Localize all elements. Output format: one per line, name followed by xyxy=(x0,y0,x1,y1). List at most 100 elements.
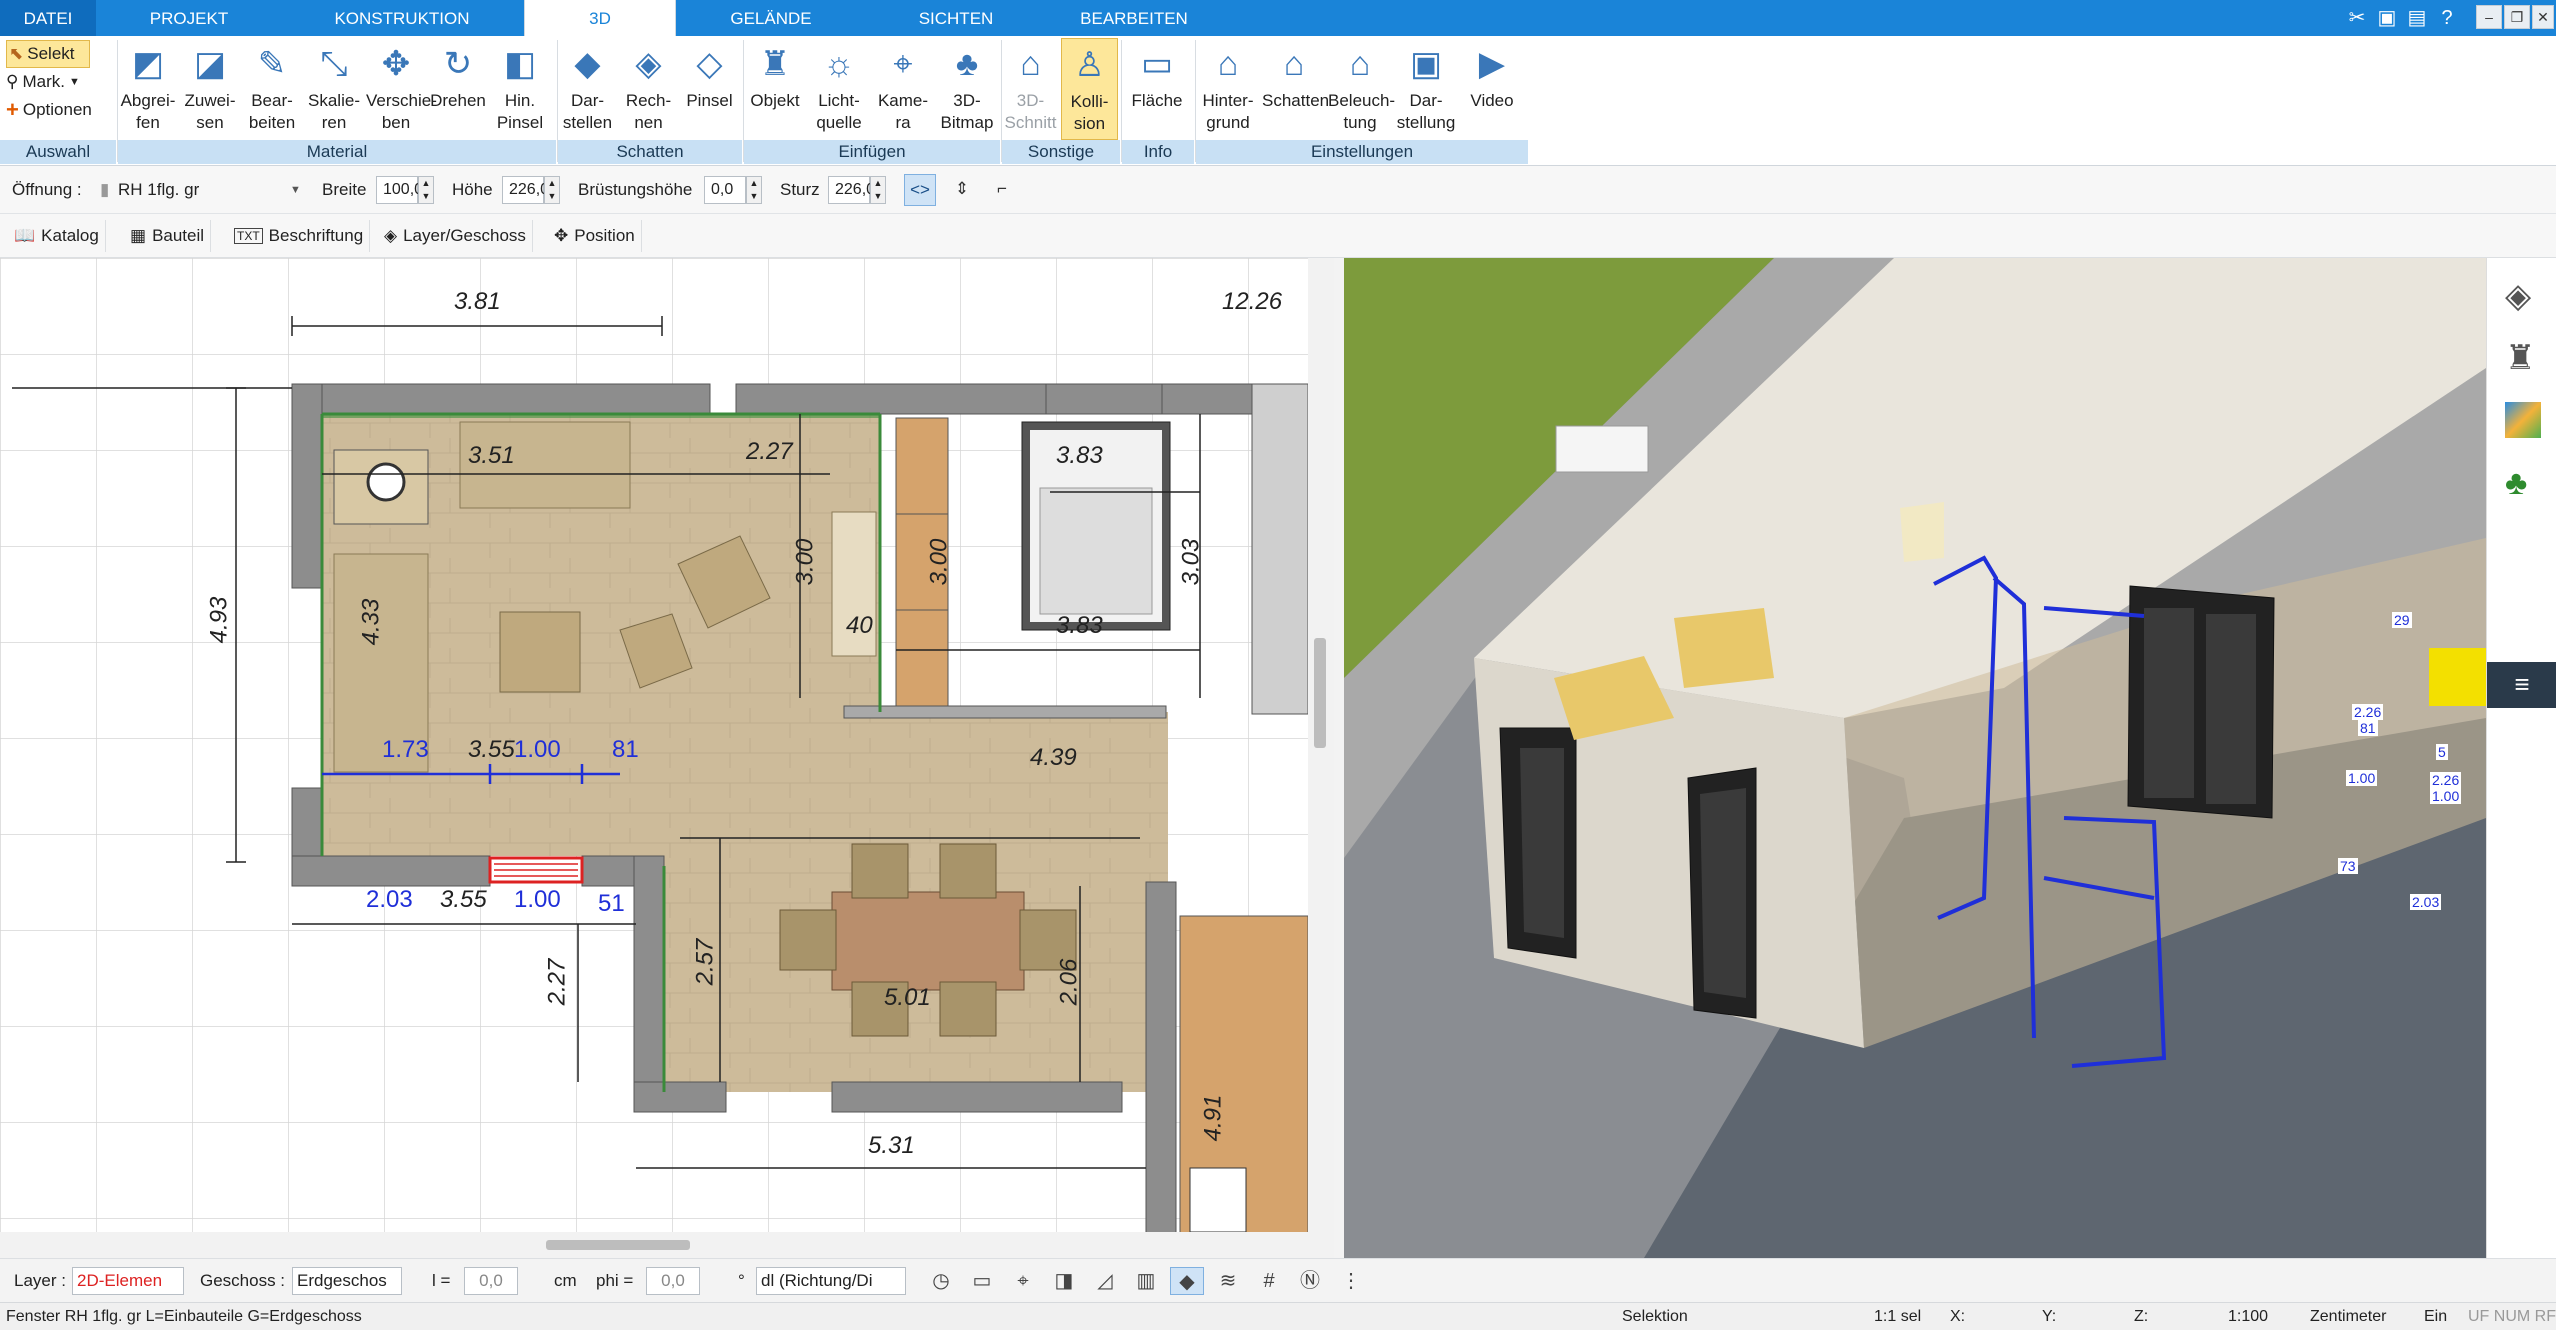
3d-label-5: 5 xyxy=(2436,744,2448,760)
sturz-input[interactable]: 226,0 xyxy=(828,176,875,204)
einfuegen-button-0[interactable]: ♜ Objekt xyxy=(744,38,806,140)
floor-plan-canvas[interactable] xyxy=(0,258,1308,1232)
l-input[interactable]: 0,0 xyxy=(464,1267,518,1295)
window-icon[interactable]: ▣ xyxy=(2374,5,2400,31)
info-button-0[interactable]: ▭ Fläche xyxy=(1122,38,1192,140)
geschoss-select[interactable]: Erdgeschos xyxy=(292,1267,402,1295)
chair-icon[interactable]: ♜ xyxy=(2505,338,2535,378)
bruestung-spinner[interactable]: ▲ ▼ xyxy=(746,176,762,204)
layer-geschoss-button[interactable]: ◈ Layer/Geschoss xyxy=(378,220,533,252)
group-info: Info xyxy=(1122,140,1194,164)
chevron-down-icon[interactable]: ▼ xyxy=(290,176,301,204)
coffee-table[interactable] xyxy=(499,611,581,693)
schatten-button-0[interactable]: ◆ Dar-stellen xyxy=(558,38,617,140)
3d-view[interactable]: 29 2.26 81 1.00 73 5 2.26 1.00 2.03 xyxy=(1344,258,2486,1258)
bruestung-input[interactable]: 0,0 xyxy=(704,176,746,204)
3d-scene[interactable] xyxy=(1344,258,2486,1258)
mirror-horizontal-icon[interactable]: <> xyxy=(904,174,936,206)
chair-icon: ♜ xyxy=(759,45,791,83)
view-options-icon[interactable]: ⌐ xyxy=(986,174,1018,206)
einstellungen-button-1[interactable]: ⌂ Schatten xyxy=(1262,38,1329,140)
toolbox-icon[interactable]: ▤ xyxy=(2404,5,2430,31)
tab-3d[interactable]: 3D xyxy=(524,0,676,37)
dim-5-01: 5.01 xyxy=(884,984,931,1011)
tab-bearbeiten[interactable]: BEARBEITEN xyxy=(1046,0,1222,36)
wall-icon[interactable]: ▥ xyxy=(1129,1267,1163,1295)
monitor-icon[interactable]: ▭ xyxy=(965,1267,999,1295)
hoehe-input[interactable]: 226,0 xyxy=(502,176,549,204)
breite-spinner[interactable]: ▲ ▼ xyxy=(418,176,434,204)
material-button-0[interactable]: ◩ Abgrei-fen xyxy=(118,38,178,140)
hoehe-spinner[interactable]: ▲ ▼ xyxy=(544,176,560,204)
katalog-button[interactable]: 📖 Katalog xyxy=(8,220,106,252)
button-label-line2: grund xyxy=(1206,113,1250,132)
breite-input[interactable]: 100,0 xyxy=(376,176,423,204)
menu-icon[interactable]: ≡ xyxy=(2487,662,2556,708)
material-palette-icon[interactable] xyxy=(2505,402,2541,438)
schatten-button-1[interactable]: ◈ Rech-nen xyxy=(619,38,678,140)
phi-input[interactable]: 0,0 xyxy=(646,1267,700,1295)
selekt-button[interactable]: ⬉ Selekt xyxy=(6,40,90,68)
plan-vertical-scrollbar[interactable] xyxy=(1308,258,1334,1258)
bauteil-button[interactable]: ▦ Bauteil xyxy=(124,220,212,252)
layer-icon[interactable]: ◆ xyxy=(1170,1267,1204,1295)
oeffnung-select-value[interactable]: RH 1flg. gr xyxy=(118,176,199,204)
breite-label: Breite xyxy=(322,180,367,199)
button-label-line1: Bear- xyxy=(251,91,293,110)
einstellungen-button-4[interactable]: ▶ Video xyxy=(1460,38,1524,140)
brush-icon: ◧ xyxy=(503,45,537,83)
einstellungen-button-3[interactable]: ▣ Dar-stellung xyxy=(1394,38,1458,140)
tab-datei[interactable]: DATEI xyxy=(0,0,96,36)
camera-icon[interactable]: ⌖ xyxy=(1006,1267,1040,1295)
clock-icon[interactable]: ◷ xyxy=(924,1267,958,1295)
grid-icon[interactable]: # xyxy=(1252,1267,1286,1295)
plan-horizontal-scrollbar[interactable] xyxy=(0,1232,1308,1258)
button-label-line1: 3D- xyxy=(953,91,981,110)
dim-3-03: 3.03 xyxy=(1177,538,1205,586)
layers-icon[interactable]: ◈ xyxy=(2505,276,2531,316)
layer-select[interactable]: 2D-Elemen xyxy=(72,1267,184,1295)
einstellungen-button-0[interactable]: ⌂ Hinter-grund xyxy=(1196,38,1260,140)
material-button-4[interactable]: ✥ Verschie-ben xyxy=(366,38,437,140)
tab-projekt[interactable]: PROJEKT xyxy=(96,0,282,36)
north-icon[interactable]: Ⓝ xyxy=(1293,1267,1327,1295)
cube-icon[interactable]: ◨ xyxy=(1047,1267,1081,1295)
tree-icon[interactable]: ♣ xyxy=(2505,464,2527,503)
tab-gelaende[interactable]: GELÄNDE xyxy=(676,0,866,36)
schatten-button-2[interactable]: ◇ Pinsel xyxy=(680,38,739,140)
dining-table[interactable] xyxy=(831,891,1025,991)
tab-sichten[interactable]: SICHTEN xyxy=(866,0,1046,36)
beschriftung-button[interactable]: TXT Beschriftung xyxy=(228,220,371,252)
einfuegen-button-1[interactable]: ☼ Licht-quelle xyxy=(808,38,870,140)
sonstige-button-0[interactable]: ⌂ 3D- Schnitt xyxy=(1002,38,1059,140)
more-icon[interactable]: ⋮ xyxy=(1334,1267,1368,1295)
stack-icon[interactable]: ≋ xyxy=(1211,1267,1245,1295)
material-button-3[interactable]: ⤡ Skalie-ren xyxy=(304,38,364,140)
material-button-1[interactable]: ◪ Zuwei-sen xyxy=(180,38,240,140)
material-button-5[interactable]: ↻ Drehen xyxy=(428,38,488,140)
angle-icon[interactable]: ◿ xyxy=(1088,1267,1122,1295)
material-button-2[interactable]: ✎ Bear-beiten xyxy=(242,38,302,140)
dim-40: 40 xyxy=(846,612,873,639)
sturz-spinner[interactable]: ▲ ▼ xyxy=(870,176,886,204)
material-button-6[interactable]: ◧ Hin. Pinsel xyxy=(490,38,550,140)
sonstige-button-1[interactable]: ♙ Kolli-sion xyxy=(1061,38,1118,140)
mark-button[interactable]: ⚲ Mark. ▼ xyxy=(6,68,80,96)
position-button[interactable]: ✥ Position xyxy=(548,220,642,252)
mirror-vertical-icon[interactable]: ⇕ xyxy=(946,174,978,206)
close-icon[interactable]: ✕ xyxy=(2532,5,2554,29)
tools-icon[interactable]: ✂ xyxy=(2344,5,2370,31)
floor-plan-2d[interactable]: 3.81 12.26 3.51 2.27 3.83 3.83 3.00 3.00… xyxy=(0,258,1334,1258)
cursor-icon: ⬉ xyxy=(9,44,24,63)
cube-calc-icon: ◈ xyxy=(635,45,662,83)
tab-konstruktion[interactable]: KONSTRUKTION xyxy=(282,0,522,36)
minimize-icon[interactable]: – xyxy=(2476,5,2502,29)
einfuegen-button-3[interactable]: ♣ 3D- Bitmap xyxy=(936,38,998,140)
direction-select[interactable]: dl (Richtung/Di xyxy=(756,1267,906,1295)
optionen-button[interactable]: + Optionen xyxy=(6,96,92,124)
restore-icon[interactable]: ❐ xyxy=(2504,5,2530,29)
help-icon[interactable]: ? xyxy=(2434,5,2460,31)
einfuegen-button-2[interactable]: ⌖ Kame-ra xyxy=(872,38,934,140)
einstellungen-button-2[interactable]: ⌂ Beleuch-tung xyxy=(1328,38,1395,140)
grid-icon: ▦ xyxy=(130,226,147,245)
